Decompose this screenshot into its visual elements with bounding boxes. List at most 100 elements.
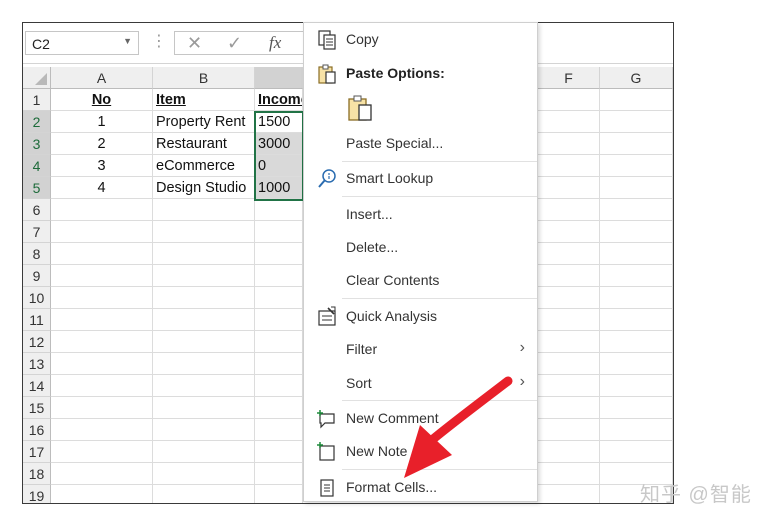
grid-cell[interactable] bbox=[51, 221, 153, 243]
grid-cell[interactable] bbox=[51, 463, 153, 485]
grid-cell[interactable] bbox=[255, 397, 303, 419]
grid-cell[interactable] bbox=[153, 243, 255, 265]
table-cell[interactable]: eCommerce bbox=[153, 155, 255, 177]
menu-item-new-note[interactable]: New Note bbox=[304, 437, 537, 467]
row-header[interactable]: 15 bbox=[23, 397, 51, 419]
grid-cell[interactable] bbox=[255, 441, 303, 463]
grid-cell[interactable] bbox=[538, 133, 600, 155]
menu-item-format-cells[interactable]: Format Cells... bbox=[304, 473, 537, 503]
grid-cell[interactable] bbox=[600, 243, 673, 265]
grid-cell[interactable] bbox=[51, 265, 153, 287]
menu-item-new-comment[interactable]: New Comment bbox=[304, 404, 537, 434]
row-header[interactable]: 3 bbox=[23, 133, 51, 155]
table-cell[interactable]: 3 bbox=[51, 155, 153, 177]
grid-cell[interactable] bbox=[538, 155, 600, 177]
grid-cell[interactable] bbox=[600, 441, 673, 463]
row-header[interactable]: 13 bbox=[23, 353, 51, 375]
grid-cell[interactable] bbox=[51, 375, 153, 397]
grid-cell[interactable] bbox=[255, 331, 303, 353]
table-cell[interactable]: 0 bbox=[255, 155, 303, 177]
grid-cell[interactable] bbox=[255, 243, 303, 265]
grid-cell[interactable] bbox=[153, 441, 255, 463]
grid-cell[interactable] bbox=[538, 243, 600, 265]
row-header[interactable]: 6 bbox=[23, 199, 51, 221]
table-cell[interactable]: Property Rent bbox=[153, 111, 255, 133]
row-header[interactable]: 8 bbox=[23, 243, 51, 265]
grid-cell[interactable] bbox=[600, 375, 673, 397]
menu-item-insert[interactable]: Insert... bbox=[304, 200, 537, 230]
grid-cell[interactable] bbox=[153, 397, 255, 419]
grid-cell[interactable] bbox=[255, 375, 303, 397]
grid-cell[interactable] bbox=[51, 199, 153, 221]
grid-cell[interactable] bbox=[600, 177, 673, 199]
table-cell[interactable]: 3000 bbox=[255, 133, 303, 155]
row-header[interactable]: 14 bbox=[23, 375, 51, 397]
chevron-down-icon[interactable]: ▼ bbox=[123, 36, 132, 46]
grid-cell[interactable] bbox=[538, 441, 600, 463]
menu-item-smart-lookup[interactable]: Smart Lookup bbox=[304, 164, 537, 194]
grid-cell[interactable] bbox=[255, 485, 303, 503]
grid-cell[interactable] bbox=[51, 243, 153, 265]
table-cell[interactable]: 1000 bbox=[255, 177, 303, 199]
grid-cell[interactable] bbox=[255, 353, 303, 375]
grid-cell[interactable] bbox=[600, 133, 673, 155]
grid-cell[interactable] bbox=[255, 221, 303, 243]
row-header[interactable]: 5 bbox=[23, 177, 51, 199]
row-header[interactable]: 1 bbox=[23, 89, 51, 111]
table-cell[interactable]: 1 bbox=[51, 111, 153, 133]
grid-cell[interactable] bbox=[153, 463, 255, 485]
grid-cell[interactable] bbox=[51, 441, 153, 463]
column-header-a[interactable]: A bbox=[51, 67, 153, 89]
grid-cell[interactable] bbox=[600, 353, 673, 375]
enter-icon[interactable]: ✓ bbox=[227, 33, 242, 54]
table-cell[interactable]: 1500 bbox=[255, 111, 303, 133]
row-header[interactable]: 7 bbox=[23, 221, 51, 243]
menu-item-paste-special[interactable]: Paste Special... bbox=[304, 129, 537, 159]
grid-cell[interactable] bbox=[51, 287, 153, 309]
grid-cell[interactable] bbox=[153, 309, 255, 331]
grid-cell[interactable] bbox=[538, 287, 600, 309]
grid-cell[interactable] bbox=[51, 353, 153, 375]
grid-cell[interactable] bbox=[538, 485, 600, 503]
column-header-f[interactable]: F bbox=[538, 67, 600, 89]
menu-item-delete[interactable]: Delete... bbox=[304, 233, 537, 263]
grid-cell[interactable] bbox=[255, 265, 303, 287]
grid-cell[interactable] bbox=[600, 199, 673, 221]
header-cell[interactable]: Item bbox=[153, 89, 255, 111]
grid-cell[interactable] bbox=[600, 155, 673, 177]
grid-cell[interactable] bbox=[255, 463, 303, 485]
row-header[interactable]: 4 bbox=[23, 155, 51, 177]
grid-cell[interactable] bbox=[153, 199, 255, 221]
row-header[interactable]: 16 bbox=[23, 419, 51, 441]
grid-cell[interactable] bbox=[600, 265, 673, 287]
grid-cell[interactable] bbox=[153, 485, 255, 503]
row-header[interactable]: 2 bbox=[23, 111, 51, 133]
grid-cell[interactable] bbox=[600, 331, 673, 353]
grid-cell[interactable] bbox=[51, 331, 153, 353]
row-header[interactable]: 11 bbox=[23, 309, 51, 331]
grid-cell[interactable] bbox=[538, 375, 600, 397]
grid-cell[interactable] bbox=[51, 419, 153, 441]
grid-cell[interactable] bbox=[600, 89, 673, 111]
menu-item-clear-contents[interactable]: Clear Contents bbox=[304, 266, 537, 296]
grid-cell[interactable] bbox=[600, 309, 673, 331]
grid-cell[interactable] bbox=[255, 419, 303, 441]
grid-cell[interactable] bbox=[538, 419, 600, 441]
menu-item-copy[interactable]: Copy bbox=[304, 25, 537, 55]
grid-cell[interactable] bbox=[153, 287, 255, 309]
grid-cell[interactable] bbox=[538, 265, 600, 287]
column-header-b[interactable]: B bbox=[153, 67, 255, 89]
menu-item-sort[interactable]: Sort › bbox=[304, 369, 537, 399]
grid-cell[interactable] bbox=[153, 419, 255, 441]
row-header[interactable]: 10 bbox=[23, 287, 51, 309]
grid-cell[interactable] bbox=[51, 309, 153, 331]
grid-cell[interactable] bbox=[255, 309, 303, 331]
drag-handle-icon[interactable]: ⋮ bbox=[151, 31, 167, 51]
menu-item-quick-analysis[interactable]: Quick Analysis bbox=[304, 302, 537, 332]
grid-cell[interactable] bbox=[600, 111, 673, 133]
row-header[interactable]: 12 bbox=[23, 331, 51, 353]
grid-cell[interactable] bbox=[600, 221, 673, 243]
grid-cell[interactable] bbox=[538, 463, 600, 485]
grid-cell[interactable] bbox=[538, 353, 600, 375]
grid-cell[interactable] bbox=[538, 111, 600, 133]
